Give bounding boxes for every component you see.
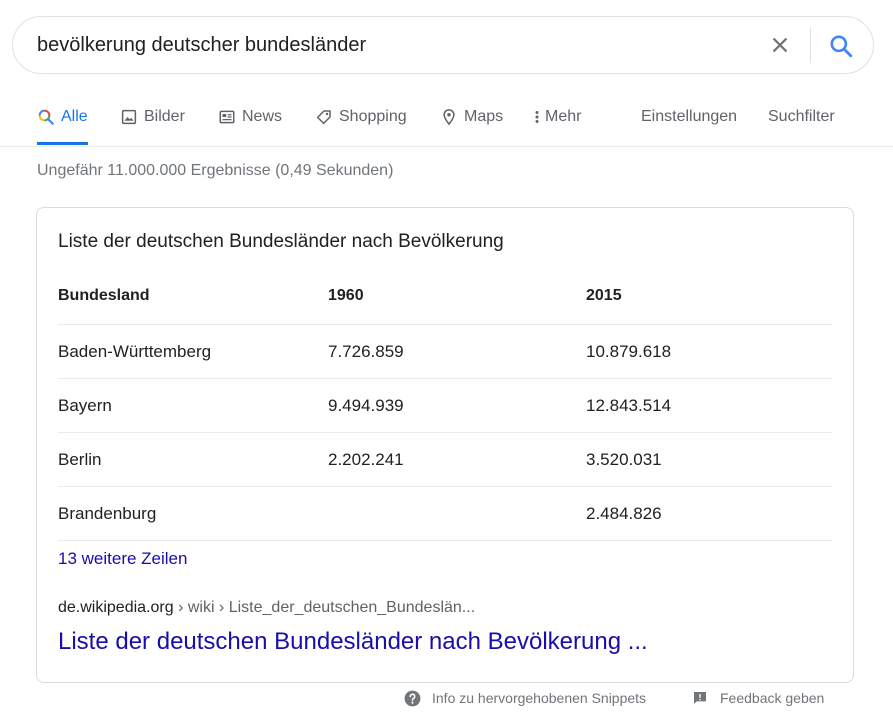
tag-icon [315, 108, 333, 126]
table-cell: 7.726.859 [328, 341, 404, 361]
map-pin-icon [440, 108, 458, 126]
close-icon [772, 37, 788, 53]
snippet-title: Liste der deutschen Bundesländer nach Be… [58, 231, 504, 252]
table-cell: 3.520.031 [586, 449, 662, 469]
tab-mehr[interactable]: Mehr [532, 88, 581, 145]
search-icon [830, 35, 853, 58]
table-row: Bayern 9.494.939 12.843.514 [58, 379, 832, 433]
clear-search-button[interactable] [765, 30, 795, 60]
table-cell: 12.843.514 [586, 395, 672, 415]
more-vert-icon [532, 108, 542, 126]
featured-snippet: Liste der deutschen Bundesländer nach Be… [36, 207, 854, 683]
feedback-link[interactable]: Feedback geben [692, 687, 824, 709]
search-tabs: Alle Bilder News Shopping Maps Mehr Eins… [0, 88, 893, 147]
more-rows-link[interactable]: 13 weitere Zeilen [58, 549, 187, 569]
column-header: 2015 [586, 287, 622, 304]
search-bar [12, 16, 874, 74]
settings-link[interactable]: Einstellungen [641, 88, 737, 145]
table-cell: 2.484.826 [586, 503, 662, 523]
help-icon [403, 689, 422, 708]
tab-shopping[interactable]: Shopping [315, 88, 407, 145]
settings-label: Einstellungen [641, 107, 738, 125]
column-header: 1960 [328, 287, 364, 304]
search-bar-divider [810, 28, 811, 63]
table-header-row: Bundesland 1960 2015 [58, 268, 832, 325]
tab-label: Alle [61, 107, 88, 125]
search-filters-link[interactable]: Suchfilter [768, 88, 835, 145]
tab-label: Bilder [144, 107, 185, 125]
feedback-icon [692, 690, 708, 706]
search-multicolor-icon [37, 108, 55, 126]
tab-bilder[interactable]: Bilder [120, 88, 185, 145]
tab-label: Mehr [545, 107, 582, 125]
result-title-link[interactable]: Liste der deutschen Bundesländer nach Be… [58, 628, 648, 656]
table-row: Brandenburg 2.484.826 [58, 487, 832, 541]
breadcrumb-path: › wiki › Liste_der_deutschen_Bundeslän..… [173, 599, 476, 616]
table-cell: 10.879.618 [586, 341, 672, 361]
tab-alle[interactable]: Alle [37, 88, 88, 145]
table-cell: Brandenburg [58, 503, 157, 523]
table-cell: 9.494.939 [328, 395, 404, 415]
table-cell: Baden-Württemberg [58, 341, 212, 361]
tab-news[interactable]: News [218, 88, 282, 145]
result-breadcrumb: de.wikipedia.org › wiki › Liste_der_deut… [58, 599, 475, 617]
snippet-info-label: Info zu hervorgehobenen Snippets [432, 690, 647, 706]
tab-maps[interactable]: Maps [440, 88, 503, 145]
snippet-info-link[interactable]: Info zu hervorgehobenen Snippets [403, 687, 646, 709]
tab-label: Shopping [339, 107, 407, 125]
result-stats: Ungefähr 11.000.000 Ergebnisse (0,49 Sek… [37, 162, 394, 179]
image-icon [120, 108, 138, 126]
table-cell: Bayern [58, 395, 112, 415]
population-table: Bundesland 1960 2015 Baden-Württemberg 7… [58, 268, 832, 541]
search-button[interactable] [823, 29, 859, 63]
table-row: Berlin 2.202.241 3.520.031 [58, 433, 832, 487]
filters-label: Suchfilter [768, 107, 835, 125]
table-cell: Berlin [58, 449, 102, 469]
table-row: Baden-Württemberg 7.726.859 10.879.618 [58, 325, 832, 379]
breadcrumb-host: de.wikipedia.org [58, 599, 174, 616]
column-header: Bundesland [58, 287, 150, 304]
tab-label: Maps [464, 107, 504, 125]
feedback-label: Feedback geben [720, 690, 825, 706]
search-input[interactable] [37, 17, 737, 73]
table-cell: 2.202.241 [328, 449, 404, 469]
newspaper-icon [218, 108, 236, 126]
tab-label: News [242, 107, 283, 125]
